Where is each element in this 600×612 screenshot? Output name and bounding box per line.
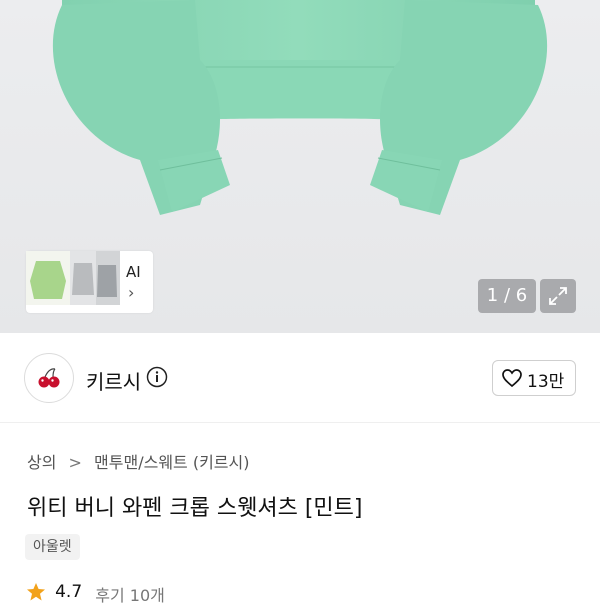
divider <box>0 422 600 423</box>
expand-icon <box>549 287 567 305</box>
outlet-badge: 아울렛 <box>25 534 80 560</box>
product-title: 위티 버니 와펜 크롭 스웻셔츠 [민트] <box>27 496 363 521</box>
breadcrumb-item-category[interactable]: 상의 <box>27 449 56 473</box>
like-count: 13만 <box>527 372 565 392</box>
chevron-right-icon: > <box>68 453 82 472</box>
cherry-icon <box>38 368 60 388</box>
like-button[interactable]: 13만 <box>492 360 576 396</box>
product-image-gallery[interactable]: AI › 1 / 6 <box>0 0 600 333</box>
rating-value: 4.7 <box>55 582 83 602</box>
rating-row[interactable]: 4.7 후기 10개 <box>26 582 165 612</box>
ai-thumbnail-strip[interactable] <box>26 251 153 313</box>
thumbnail-images <box>26 251 120 305</box>
star-icon <box>27 583 45 601</box>
expand-button[interactable] <box>540 279 576 313</box>
breadcrumb-item-subcategory[interactable]: 맨투맨/스웨트 (키르시) <box>94 449 249 473</box>
heart-icon <box>502 369 522 387</box>
brand-name[interactable]: 키르시 <box>86 366 141 395</box>
breadcrumb: 상의 > 맨투맨/스웨트 (키르시) <box>27 449 250 473</box>
chevron-right-icon[interactable]: › <box>128 283 134 302</box>
brand-logo[interactable] <box>24 353 74 403</box>
info-icon[interactable] <box>146 366 168 388</box>
review-count[interactable]: 후기 10개 <box>95 586 165 605</box>
ai-label[interactable]: AI <box>126 263 141 281</box>
page-indicator: 1 / 6 <box>478 279 536 313</box>
